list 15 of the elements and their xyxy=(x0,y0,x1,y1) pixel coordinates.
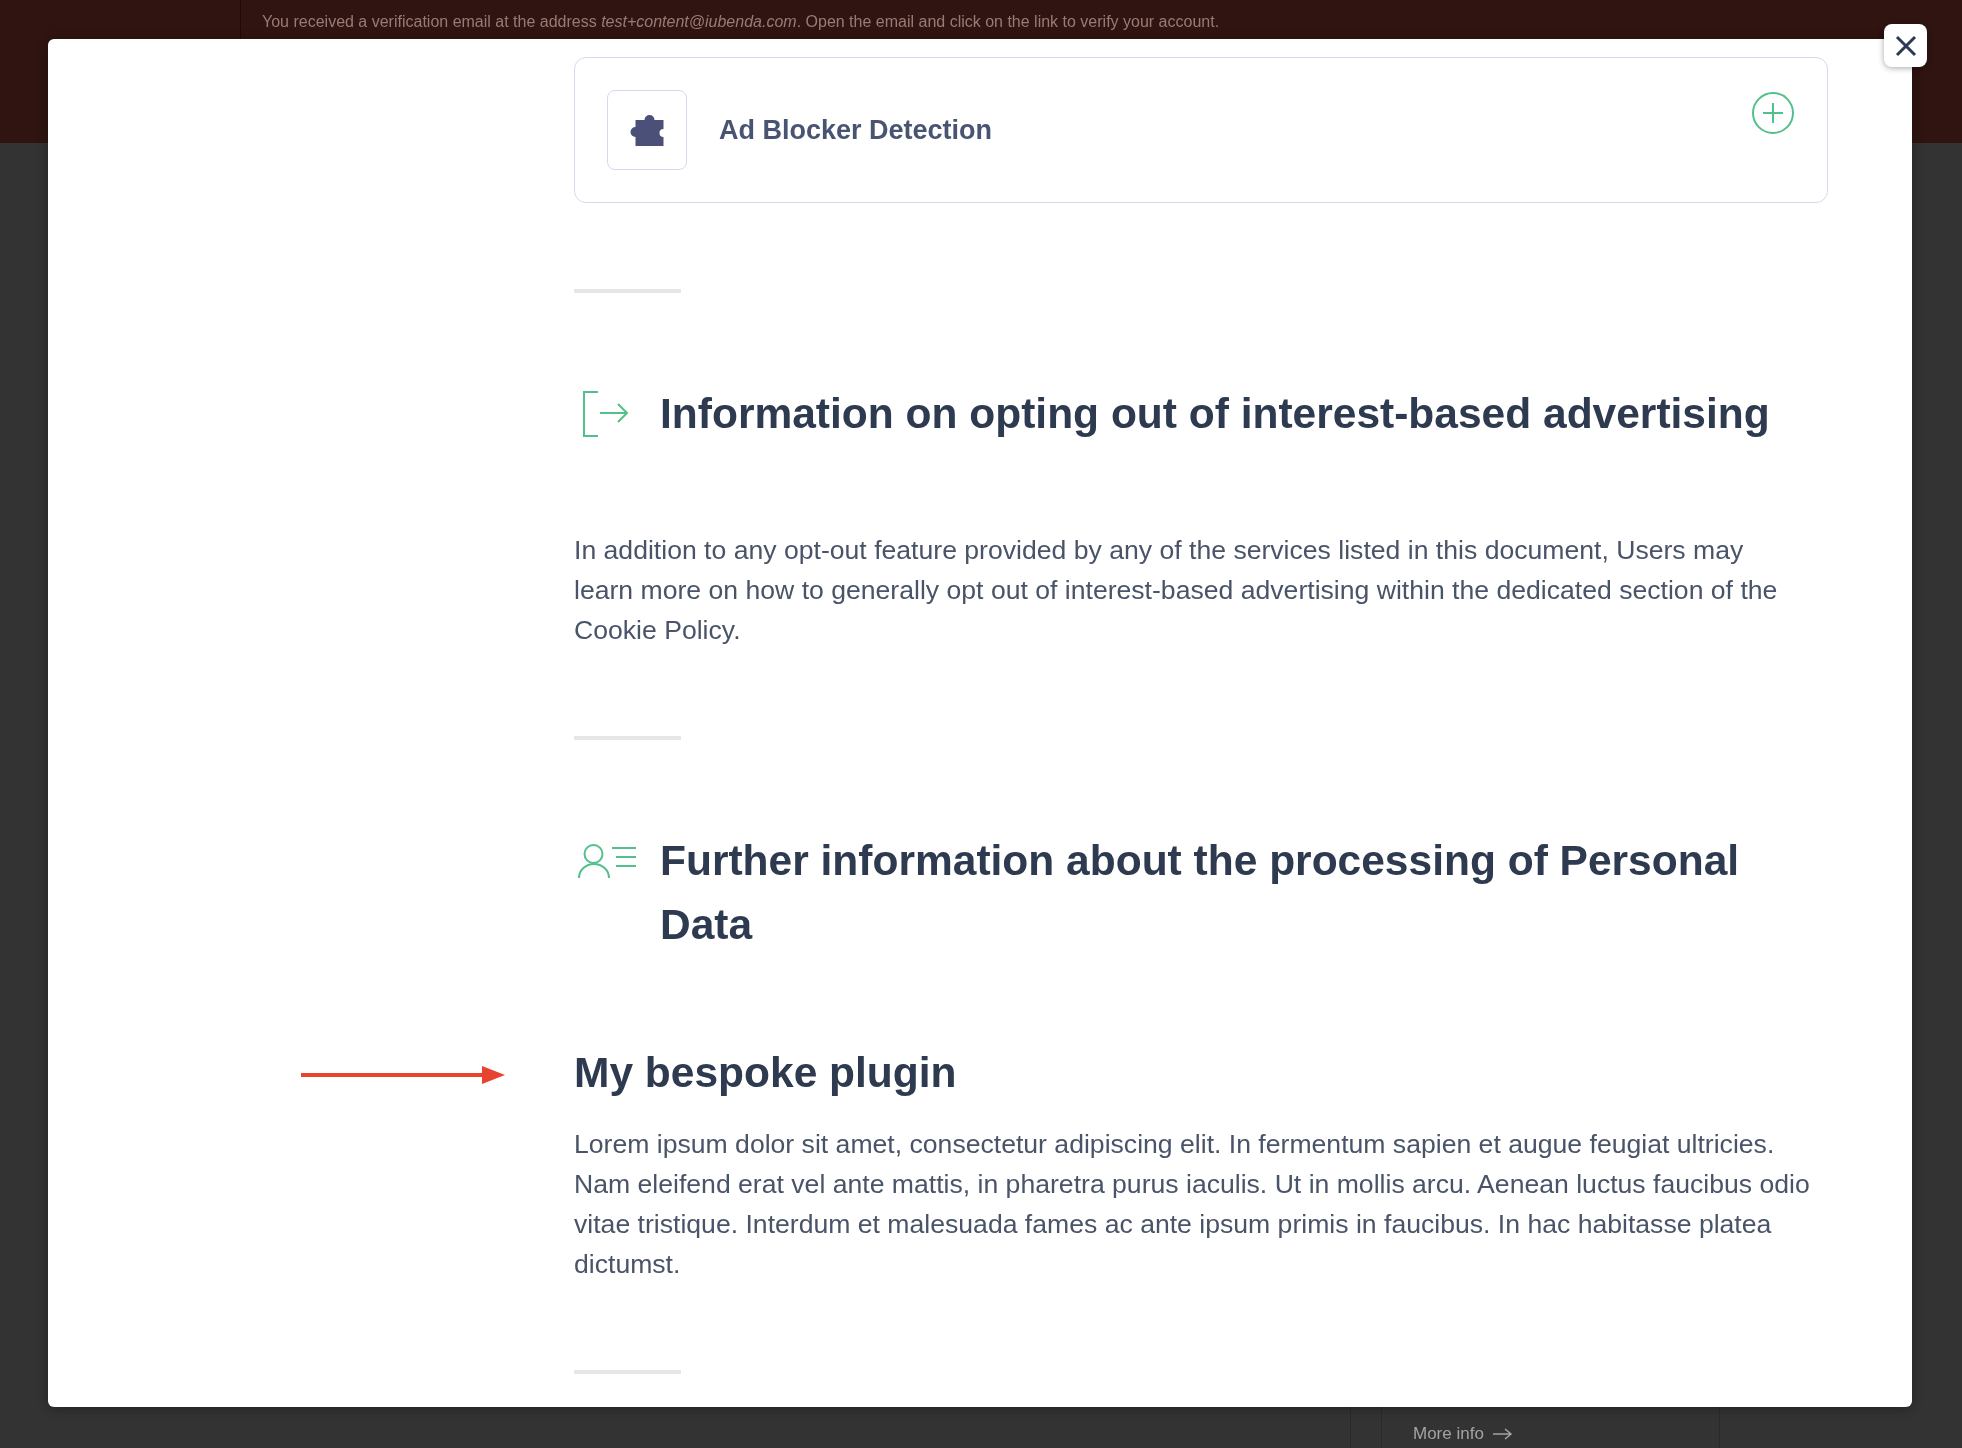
section-paragraph: In addition to any opt-out feature provided by any of the services listed in this document, Users may learn more on how to generally opt out of interest-based advertising within the dedicated section of the Cookie Policy. xyxy=(574,534,1779,647)
close-icon xyxy=(1894,34,1917,57)
puzzle-icon xyxy=(607,90,687,170)
annotation-arrow-icon xyxy=(301,1065,505,1085)
section-paragraph: Lorem ipsum dolor sit amet, consectetur adipiscing elit. In fermentum sapien et augue feugiat ultricies. Nam eleifend erat vel ante mattis, in pharetra purus iaculis. Ut in mollis arcu. Aenean luctus faucibus odio vitae tristique. Interdum et malesuada fames ac ante ipsum primis in faucibus. In hac habitasse platea dictumst. xyxy=(574,1128,1811,1281)
verification-message: You received a verification email at the address test+content@iubenda.com. Open the email and click on the link to verify your account. xyxy=(262,12,1220,32)
service-title: Ad Blocker Detection xyxy=(719,113,993,147)
plugin-heading: My bespoke plugin xyxy=(574,1048,958,1098)
user-list-icon xyxy=(577,844,637,878)
arrow-right-icon xyxy=(1492,1428,1513,1440)
bracket-arrow-icon xyxy=(582,391,630,437)
close-button[interactable] xyxy=(1884,24,1927,67)
more-info-link[interactable]: More info xyxy=(1413,1422,1513,1446)
section-heading: Information on opting out of interest-based advertising xyxy=(660,389,1770,439)
section-heading: Further information about the processing of Personal Data xyxy=(660,836,1741,950)
